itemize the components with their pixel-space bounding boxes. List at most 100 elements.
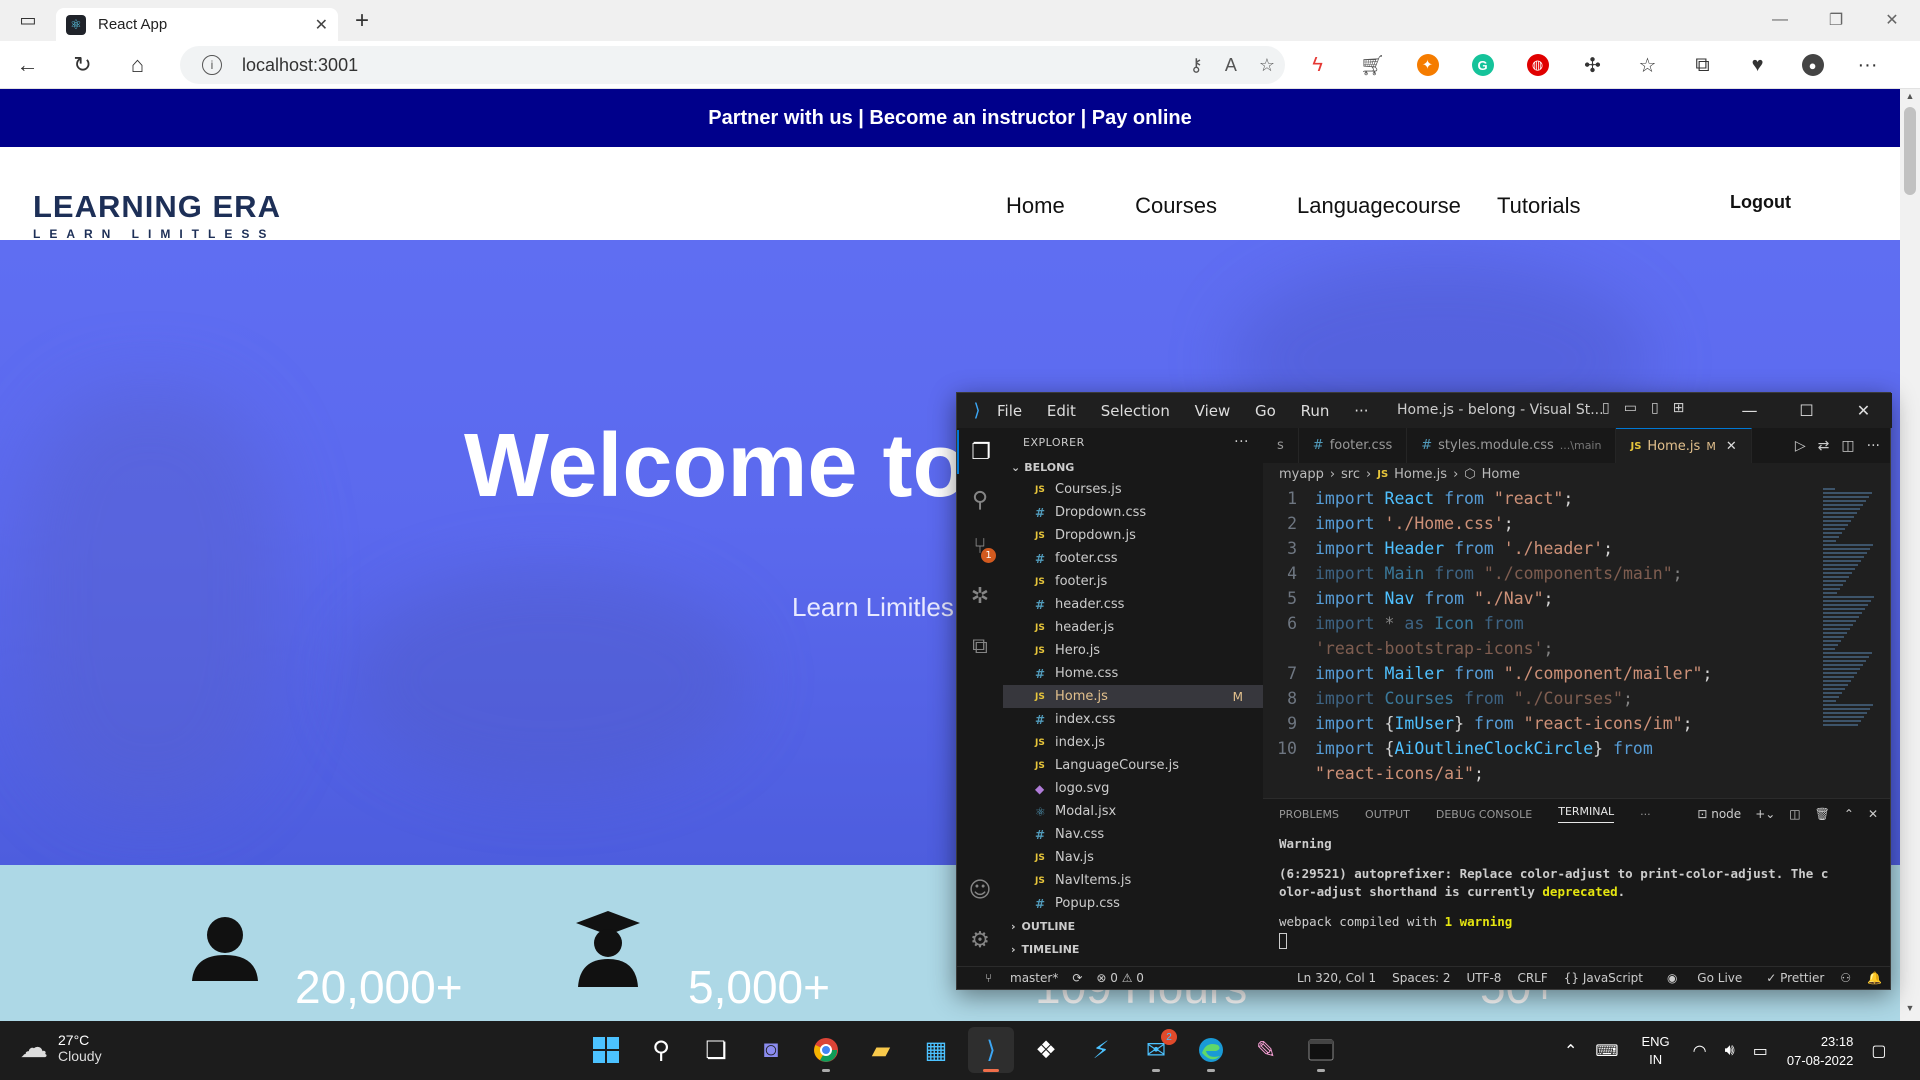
nav-tutorials[interactable]: Tutorials [1497,193,1581,219]
start-icon[interactable] [583,1027,629,1073]
accounts-icon[interactable]: ☺ [957,868,1003,912]
settings-gear-icon[interactable]: ⚙ [957,918,1003,962]
panel-more[interactable]: ··· [1640,808,1651,821]
puzzle-icon[interactable]: ✣ [1565,41,1620,89]
file-item[interactable]: # header.css [1003,593,1263,616]
editor-tab[interactable]: s [1263,428,1299,463]
paint-icon[interactable]: ✎ [1243,1027,1289,1073]
language-mode[interactable]: {} JavaScript [1556,971,1651,985]
explorer-icon[interactable]: ❐ [957,430,1003,474]
trash-icon[interactable]: 🗑 [1815,807,1830,821]
indentation[interactable]: Spaces: 2 [1384,971,1458,985]
file-item[interactable]: ⚛ Modal.jsx [1003,800,1263,823]
volume-icon[interactable]: 🔊︎ [1725,1042,1735,1060]
file-item[interactable]: JS Hero.js [1003,639,1263,662]
file-item[interactable]: # Home.css [1003,662,1263,685]
battery-icon[interactable]: ▭ [1753,1041,1768,1061]
split-editor-icon[interactable]: ◫ [1841,438,1854,454]
notification-center-icon[interactable]: ▢ [1871,1041,1886,1061]
close-panel-icon[interactable]: ✕ [1868,807,1878,821]
terminal-output[interactable]: Warning (6:29521) autoprefixer: Replace … [1263,829,1890,955]
cart-icon[interactable]: 🛒︎ [1345,41,1400,89]
go-live-button[interactable]: ◉ Go Live [1651,971,1758,985]
favorites-icon[interactable]: ☆ [1620,41,1675,89]
timeline-section[interactable]: › TIMELINE [1003,938,1263,961]
editor-tab[interactable]: JS Home.js M ✕ [1616,428,1752,463]
accounts-status-icon[interactable]: ⚇ [1832,971,1859,985]
nav-home[interactable]: Home [1006,193,1086,219]
menu-view[interactable]: View [1195,402,1231,420]
more-icon[interactable]: ··· [1840,41,1895,89]
clock[interactable]: 23:18 07-08-2022 [1787,1032,1854,1070]
file-item[interactable]: # Nav.css [1003,823,1263,846]
wifi-icon[interactable]: ◠ [1693,1041,1707,1061]
scroll-up-icon[interactable]: ▲ [1900,91,1920,107]
bolt-icon[interactable]: ϟ [1290,41,1345,89]
search-icon[interactable]: ⚲ [957,478,1003,522]
file-item[interactable]: JS Nav.js [1003,846,1263,869]
task-view-icon[interactable]: ❏ [693,1027,739,1073]
sync-icon[interactable]: ⟳ [1072,971,1082,985]
new-tab-button[interactable]: + [342,7,382,35]
file-item[interactable]: # Dropdown.css [1003,501,1263,524]
tab-debug-console[interactable]: DEBUG CONSOLE [1436,808,1532,821]
vscode-minimize-button[interactable]: — [1721,393,1778,428]
home-icon[interactable]: ⌂ [110,41,165,89]
keyboard-icon[interactable]: ⌨ [1595,1041,1618,1061]
outline-section[interactable]: › OUTLINE [1003,915,1263,938]
page-scrollbar[interactable]: ▲ ▼ [1900,89,1920,1021]
toggle-sidebar-icon[interactable]: ▯ [1602,400,1610,416]
more-actions-icon[interactable]: ··· [1867,438,1880,454]
menu-go[interactable]: Go [1255,402,1276,420]
tab-output[interactable]: OUTPUT [1365,808,1410,821]
grammarly-icon[interactable]: G [1455,41,1510,89]
editor-tab[interactable]: # footer.css [1299,428,1408,463]
notifications-bell-icon[interactable]: 🔔 [1859,971,1890,985]
file-item[interactable]: JS NavItems.js [1003,869,1263,892]
file-item[interactable]: JS header.js [1003,616,1263,639]
url-text[interactable]: localhost:3001 [242,55,358,76]
read-aloud-icon[interactable]: A [1225,55,1237,76]
maximize-panel-icon[interactable]: ⌃ [1844,807,1854,821]
cursor-position[interactable]: Ln 320, Col 1 [1289,971,1384,985]
file-explorer-icon[interactable]: ▰ [858,1027,904,1073]
file-item[interactable]: # footer.css [1003,547,1263,570]
profile-avatar[interactable]: ● [1785,41,1840,89]
site-logo[interactable]: LEARNING ERA LEARN LIMITLESS [33,189,281,241]
scroll-down-icon[interactable]: ▼ [1900,1003,1920,1019]
toggle-panel-icon[interactable]: ▭ [1624,400,1637,416]
minimize-button[interactable]: — [1752,0,1808,40]
prettier-status[interactable]: ✓ Prettier [1758,971,1832,985]
compare-icon[interactable]: ⇄ [1818,438,1830,454]
minimap[interactable] [1823,486,1878,798]
restore-button[interactable]: ❐ [1808,0,1864,40]
file-item[interactable]: # index.css [1003,708,1263,731]
nav-languagecourse[interactable]: Languagecourse [1297,193,1497,219]
file-item[interactable]: JS Home.js M [1003,685,1263,708]
vscode-close-button[interactable]: ✕ [1835,393,1892,428]
file-item[interactable]: JS Courses.js [1003,478,1263,501]
menu-file[interactable]: File [997,402,1022,420]
scrollbar-thumb[interactable] [1904,107,1916,195]
edge-icon[interactable] [1188,1027,1234,1073]
key-icon[interactable]: ⚷ [1190,55,1203,76]
vscode-maximize-button[interactable]: ☐ [1778,393,1835,428]
adblock-icon[interactable]: ◍ [1510,41,1565,89]
tab-problems[interactable]: PROBLEMS [1279,808,1339,821]
top-banner[interactable]: Partner with us | Become an instructor |… [0,89,1900,147]
breadcrumb-item[interactable]: src [1341,467,1360,482]
breadcrumb-item[interactable]: Home.js [1394,467,1447,482]
run-icon[interactable]: ▷ [1795,438,1806,454]
new-terminal-icon[interactable]: +⌄ [1755,807,1775,821]
chrome-icon[interactable] [803,1027,849,1073]
power-automate-icon[interactable]: ⚡ [1078,1027,1124,1073]
logout-link[interactable]: Logout [1730,192,1791,213]
file-item[interactable]: JS index.js [1003,731,1263,754]
address-bar[interactable]: i localhost:3001 ⚷ A ☆ [180,46,1285,84]
menu-run[interactable]: Run [1301,402,1330,420]
toggle-secondary-sidebar-icon[interactable]: ▯ [1651,400,1659,416]
file-item[interactable]: JS footer.js [1003,570,1263,593]
code-editor[interactable]: 1 import React from "react"; 2 import './Ho… [1263,486,1823,786]
collections-icon[interactable]: ⧉ [1675,41,1730,89]
dropbox-icon[interactable]: ❖ [1023,1027,1069,1073]
